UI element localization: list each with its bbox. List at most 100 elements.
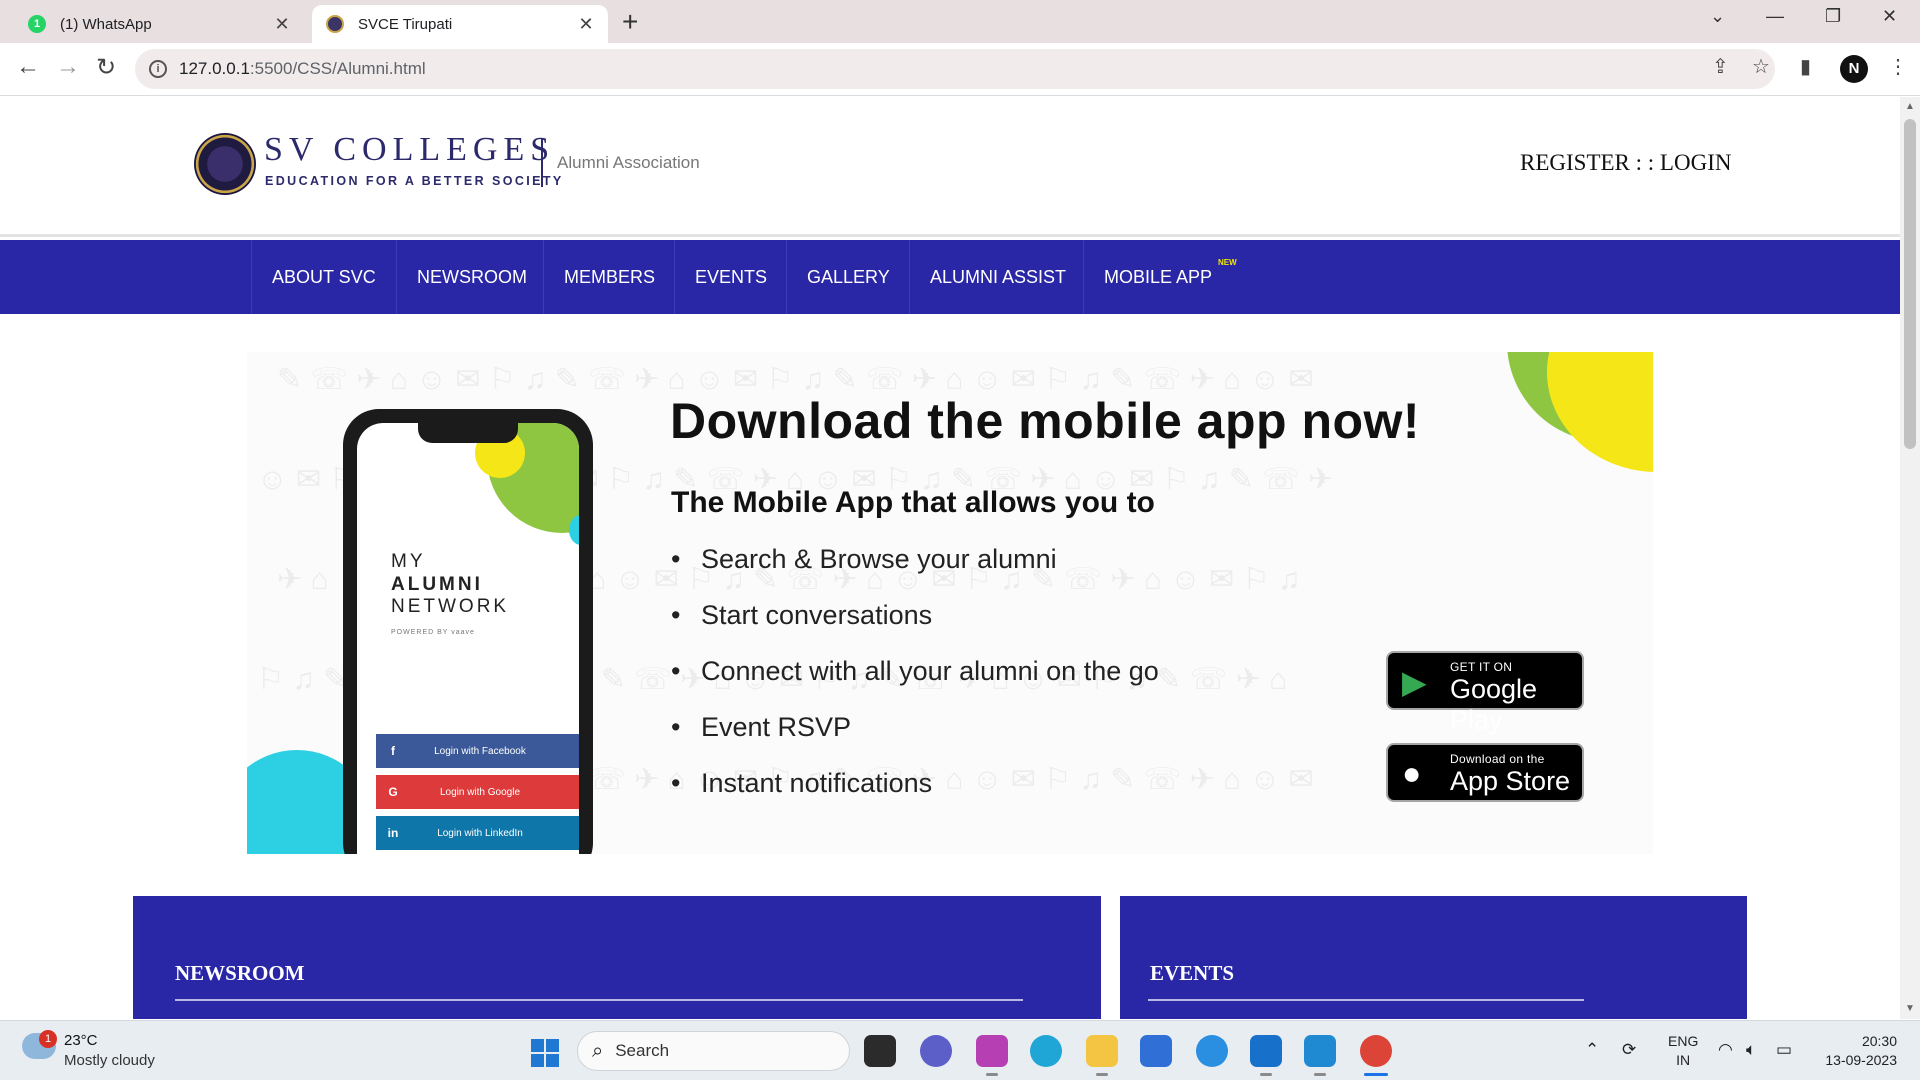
- battery-icon[interactable]: ▭: [1776, 1040, 1792, 1060]
- speaker-muted-icon[interactable]: 🔈︎: [1746, 1040, 1756, 1060]
- page-scrollbar[interactable]: ▲ ▼: [1900, 97, 1920, 1019]
- tab-search-chevron-icon[interactable]: ⌄: [1710, 6, 1725, 27]
- new-badge: NEW: [1218, 258, 1237, 267]
- address-toolbar: ← → ↻ i 127.0.0.1:5500/CSS/Alumni.html ⇪…: [0, 43, 1920, 96]
- banner-subtitle: The Mobile App that allows you to: [671, 486, 1155, 519]
- apple-icon: ●: [1402, 755, 1422, 791]
- tab-title: SVCE Tirupati: [358, 15, 453, 33]
- register-login-links[interactable]: REGISTER : : LOGIN: [1520, 150, 1731, 176]
- new-tab-button[interactable]: +: [622, 6, 638, 38]
- nav-about-svc[interactable]: ABOUT SVC: [251, 240, 396, 314]
- phone-login-linkedin: in Login with LinkedIn: [376, 816, 579, 850]
- forward-button[interactable]: →: [56, 53, 80, 81]
- app-active-indicator: [1364, 1073, 1388, 1076]
- phone-screen: MY ALUMNI NETWORK POWERED BY vaave f Log…: [357, 423, 579, 854]
- share-icon[interactable]: ⇪: [1712, 54, 1729, 79]
- weather-description[interactable]: Mostly cloudy: [64, 1052, 155, 1069]
- back-button[interactable]: ←: [16, 53, 40, 81]
- bookmark-star-icon[interactable]: ☆: [1752, 54, 1770, 79]
- tab-whatsapp[interactable]: 1 (1) WhatsApp ✕: [14, 5, 304, 43]
- wifi-icon[interactable]: ◠: [1718, 1040, 1733, 1060]
- teams-chat-icon[interactable]: [920, 1035, 952, 1067]
- list-item: • Connect with all your alumni on the go: [671, 656, 1159, 686]
- os-taskbar: 1 23°C Mostly cloudy ⌕ Search ⌃ ⟳ ENG IN …: [0, 1020, 1920, 1080]
- file-explorer-icon[interactable]: [1086, 1035, 1118, 1067]
- scrollbar-thumb[interactable]: [1904, 119, 1916, 449]
- weather-temperature[interactable]: 23°C: [64, 1032, 98, 1049]
- nav-events[interactable]: EVENTS: [674, 240, 786, 314]
- feature-list: • Search & Browse your alumni • Start conv…: [671, 542, 1159, 822]
- scroll-up-icon[interactable]: ▲: [1905, 101, 1915, 112]
- side-panel-icon[interactable]: ▮: [1800, 54, 1811, 79]
- app-running-indicator: [986, 1073, 998, 1076]
- chrome-menu-icon[interactable]: ⋮: [1888, 54, 1908, 79]
- nav-alumni-assist[interactable]: ALUMNI ASSIST: [909, 240, 1083, 314]
- vscode-icon[interactable]: [1304, 1035, 1336, 1067]
- close-tab-icon[interactable]: ✕: [270, 14, 294, 35]
- phone-powered-by: POWERED BY vaave: [391, 629, 475, 636]
- list-item: • Event RSVP: [671, 712, 852, 742]
- reload-button[interactable]: ↻: [96, 53, 116, 82]
- tab-svce-tirupati[interactable]: SVCE Tirupati ✕: [312, 5, 608, 43]
- site-header: SV COLLEGES EDUCATION FOR A BETTER SOCIE…: [0, 97, 1900, 237]
- divider: [175, 999, 1023, 1001]
- phone-notch: [418, 423, 518, 443]
- profile-avatar[interactable]: N: [1840, 55, 1868, 83]
- main-navigation: ABOUT SVC NEWSROOM MEMBERS EVENTS GALLER…: [0, 240, 1900, 314]
- banner-title: Download the mobile app now!: [670, 393, 1421, 449]
- phone-mockup: MY ALUMNI NETWORK POWERED BY vaave f Log…: [343, 409, 593, 854]
- events-panel: EVENTS: [1120, 896, 1747, 1019]
- list-item: • Start conversations: [671, 600, 933, 630]
- chrome-icon[interactable]: [1360, 1035, 1392, 1067]
- url-bar[interactable]: i 127.0.0.1:5500/CSS/Alumni.html: [135, 49, 1775, 89]
- nav-members[interactable]: MEMBERS: [543, 240, 674, 314]
- nav-mobile-app[interactable]: MOBILE APP: [1083, 240, 1243, 314]
- google-icon: G: [388, 785, 398, 799]
- app-running-indicator: [1260, 1073, 1272, 1076]
- app-store-button[interactable]: ● Download on the App Store: [1386, 743, 1584, 802]
- phone-login-google: G Login with Google: [376, 775, 579, 809]
- newsroom-heading: NEWSROOM: [175, 961, 305, 985]
- close-tab-icon[interactable]: ✕: [574, 14, 598, 35]
- nav-gallery[interactable]: GALLERY: [786, 240, 909, 314]
- whatsapp-icon: 1: [28, 15, 46, 33]
- mobile-app-banner: ✎ ☏ ✈ ⌂ ☺ ✉ ⚐ ♫ ✎ ☏ ✈ ⌂ ☺ ✉ ⚐ ♫ ✎ ☏ ✈ ⌂ …: [247, 352, 1653, 854]
- list-item: • Instant notifications: [671, 768, 933, 798]
- get-help-icon[interactable]: [1196, 1035, 1228, 1067]
- phone-title-network: NETWORK: [391, 596, 510, 617]
- close-window-button[interactable]: ✕: [1882, 6, 1897, 27]
- browser-tab-strip: 1 (1) WhatsApp ✕ SVCE Tirupati ✕ + ⌄ — ❐…: [0, 0, 1920, 43]
- tab-title: (1) WhatsApp: [60, 15, 152, 33]
- canva-icon[interactable]: [976, 1035, 1008, 1067]
- weather-notification-badge: 1: [39, 1030, 57, 1048]
- taskbar-search-box[interactable]: ⌕ Search: [577, 1031, 850, 1071]
- logo-divider: [541, 139, 543, 187]
- restore-button[interactable]: ❐: [1825, 6, 1841, 27]
- phone-title-my: MY: [391, 551, 426, 572]
- sync-icon[interactable]: ⟳: [1622, 1040, 1636, 1060]
- google-play-icon: ▶: [1402, 664, 1427, 700]
- input-language-indicator[interactable]: ENG IN: [1668, 1032, 1698, 1070]
- show-hidden-icons-chevron-icon[interactable]: ⌃: [1585, 1040, 1599, 1060]
- brand-name[interactable]: SV COLLEGES: [264, 131, 555, 169]
- college-seal-logo[interactable]: [194, 133, 256, 195]
- edge-browser-icon[interactable]: [1030, 1035, 1062, 1067]
- decor-circle-yellow: [1547, 352, 1653, 472]
- system-clock[interactable]: 20:30 13-09-2023: [1815, 1032, 1897, 1070]
- microsoft-store-icon[interactable]: [1140, 1035, 1172, 1067]
- windows-start-icon[interactable]: [531, 1039, 559, 1067]
- scroll-down-icon[interactable]: ▼: [1905, 1003, 1915, 1014]
- phone-title-alumni: ALUMNI: [391, 574, 483, 595]
- power-automate-icon[interactable]: [1250, 1035, 1282, 1067]
- task-view-icon[interactable]: [864, 1035, 896, 1067]
- list-item: • Search & Browse your alumni: [671, 544, 1057, 574]
- minimize-button[interactable]: —: [1766, 6, 1784, 27]
- alumni-association-label: Alumni Association: [557, 153, 700, 172]
- site-info-icon[interactable]: i: [149, 60, 167, 78]
- url-text: 127.0.0.1:5500/CSS/Alumni.html: [179, 59, 426, 78]
- divider: [1148, 999, 1584, 1001]
- google-play-button[interactable]: ▶ GET IT ON Google Play: [1386, 651, 1584, 735]
- nav-newsroom[interactable]: NEWSROOM: [396, 240, 543, 314]
- facebook-icon: f: [391, 744, 395, 758]
- app-running-indicator: [1314, 1073, 1326, 1076]
